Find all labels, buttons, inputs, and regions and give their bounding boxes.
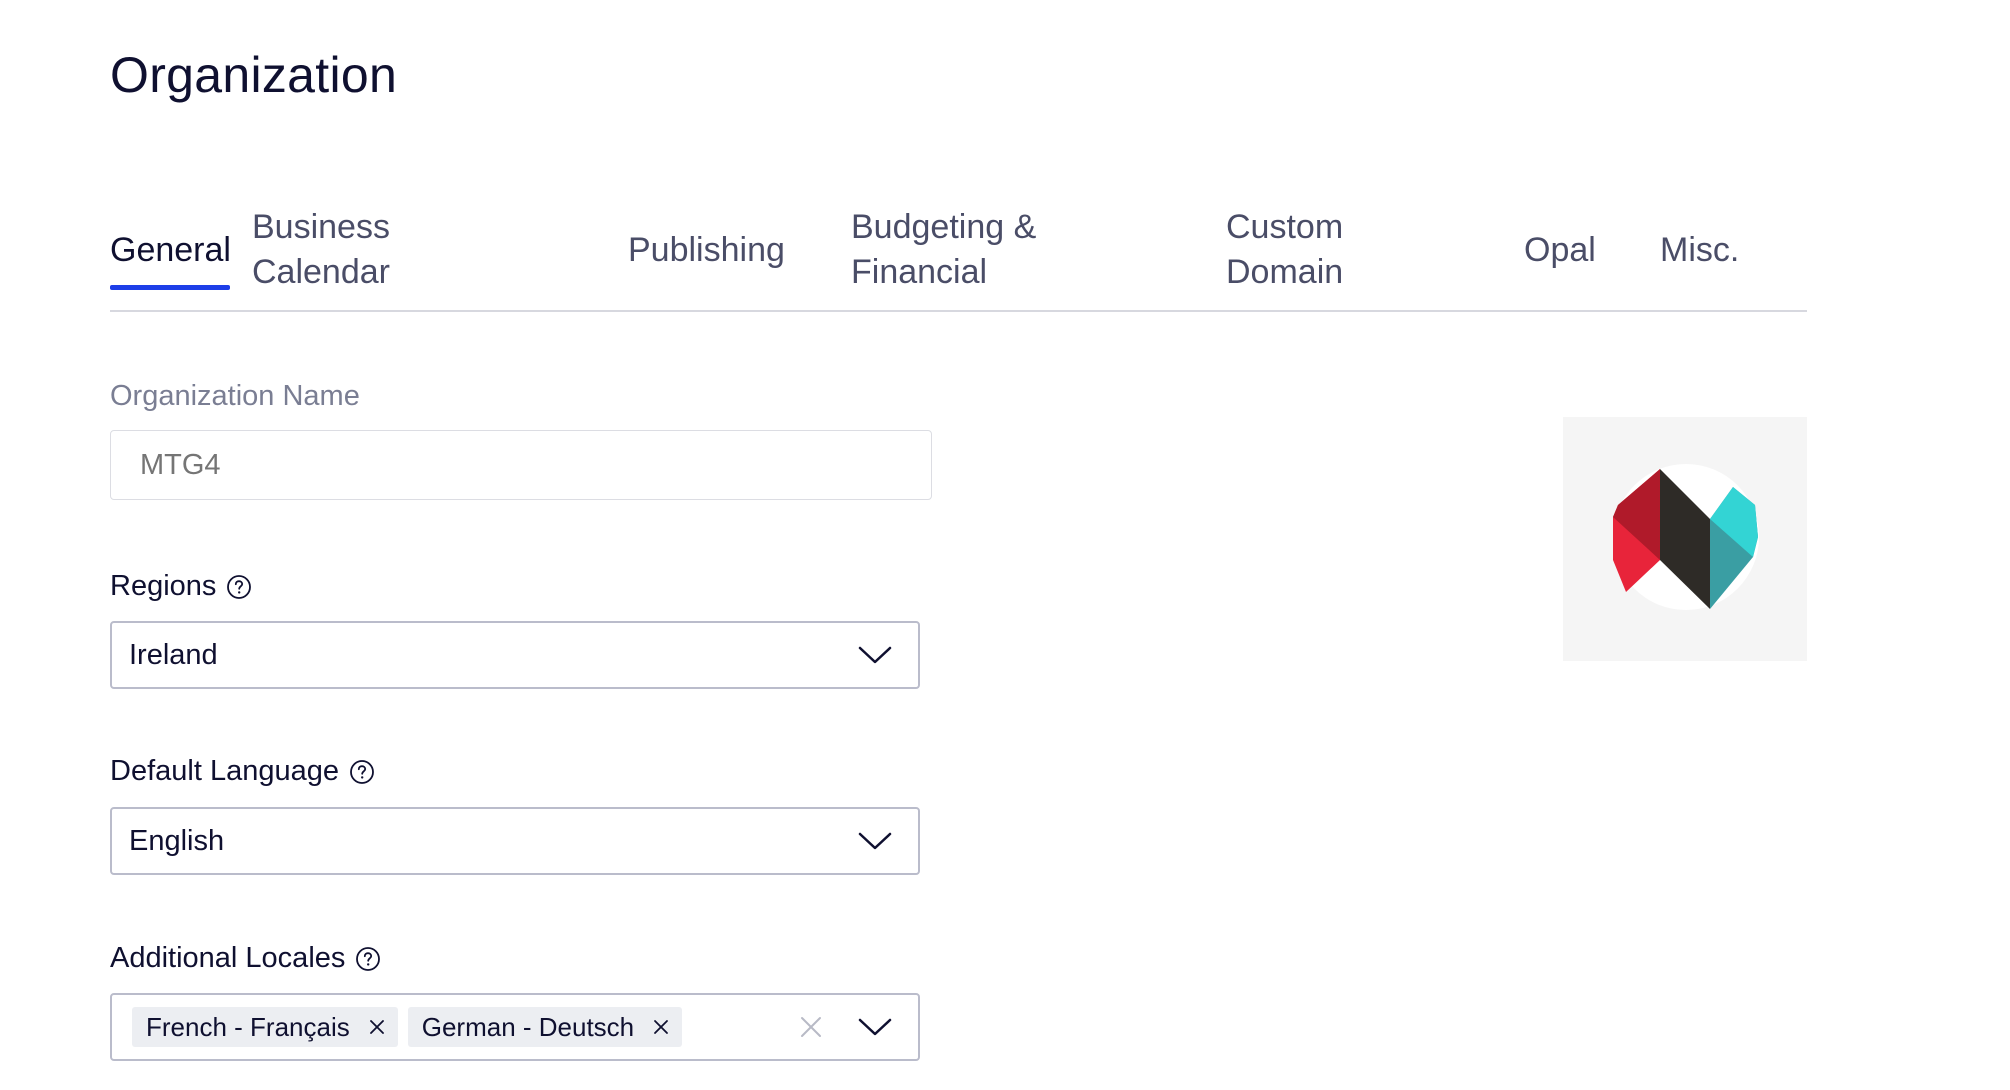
label-text: Regions (110, 570, 217, 602)
organization-logo[interactable] (1563, 417, 1807, 661)
label-text: Additional Locales (110, 942, 346, 974)
chevron-down-icon[interactable] (858, 645, 892, 665)
organization-logo-image (1613, 464, 1759, 610)
default-language-label: Default Language (110, 755, 375, 788)
tab-opal[interactable]: Opal (1524, 190, 1596, 310)
default-language-selected-value: English (129, 824, 225, 857)
close-icon[interactable] (368, 1018, 386, 1036)
regions-select[interactable]: Ireland (110, 621, 920, 689)
chevron-down-icon[interactable] (858, 831, 892, 851)
tab-label: Custom Domain (1226, 208, 1344, 291)
tab-label: Business Calendar (252, 208, 390, 291)
organization-name-label: Organization Name (110, 380, 360, 413)
tab-label: Publishing (628, 230, 785, 269)
label-text: Default Language (110, 755, 339, 787)
tab-general[interactable]: General (110, 190, 231, 310)
tab-label: Misc. (1660, 230, 1740, 269)
tab-custom-domain[interactable]: Custom Domain (1226, 190, 1343, 310)
tab-label: General (110, 230, 231, 269)
tab-label: Opal (1524, 230, 1596, 269)
close-icon[interactable] (652, 1018, 670, 1036)
page-title: Organization (110, 47, 398, 103)
locale-tag: German - Deutsch (407, 1007, 683, 1047)
regions-selected-value: Ireland (129, 638, 218, 671)
tab-misc[interactable]: Misc. (1660, 190, 1739, 310)
regions-label: Regions (110, 570, 252, 603)
chevron-down-icon[interactable] (858, 1017, 892, 1037)
default-language-select[interactable]: English (110, 807, 920, 875)
tab-publishing[interactable]: Publishing (628, 190, 785, 310)
locale-tag-label: French - Français (146, 1011, 350, 1042)
locale-tag-label: German - Deutsch (421, 1011, 635, 1042)
tab-budgeting-financial[interactable]: Budgeting & Financial (851, 190, 1036, 310)
locale-tag: French - Français (132, 1007, 398, 1047)
help-circle-icon[interactable] (355, 946, 381, 972)
additional-locales-label: Additional Locales (110, 942, 381, 975)
organization-settings-page: Organization General Business Calendar P… (0, 0, 2010, 1090)
label-text: Organization Name (110, 380, 360, 412)
tab-label: Budgeting & Financial (851, 208, 1037, 291)
additional-locales-multiselect[interactable]: French - Français German - Deutsch (110, 993, 920, 1061)
clear-icon[interactable] (800, 1016, 822, 1038)
active-tab-indicator (110, 285, 230, 290)
help-circle-icon[interactable] (349, 759, 375, 785)
help-circle-icon[interactable] (226, 574, 252, 600)
settings-tabs: General Business Calendar Publishing Bud… (110, 190, 1807, 312)
organization-name-input[interactable] (110, 430, 932, 500)
tab-business-calendar[interactable]: Business Calendar (252, 190, 390, 310)
